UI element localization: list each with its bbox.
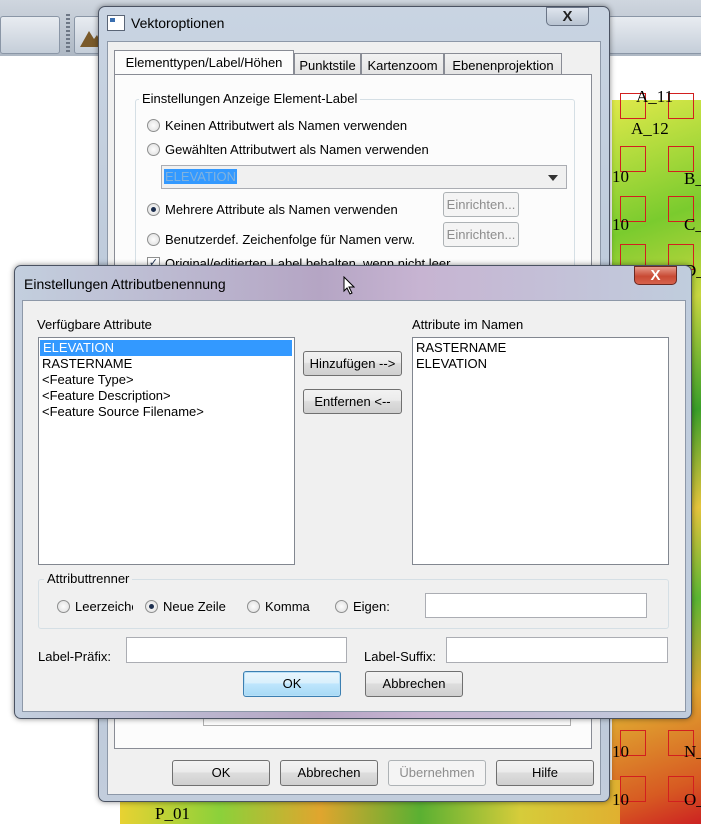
- list-item[interactable]: RASTERNAME: [413, 340, 668, 356]
- tab-kartenzoom[interactable]: Kartenzoom: [361, 53, 444, 75]
- close-icon: X: [650, 267, 661, 284]
- setup-button-2[interactable]: Einrichten...: [443, 222, 519, 247]
- add-button[interactable]: Hinzufügen -->: [303, 351, 402, 376]
- radio-eigen[interactable]: [335, 600, 348, 613]
- button-label: OK: [211, 765, 231, 780]
- button-label: Einrichten...: [446, 197, 516, 212]
- close-icon: X: [562, 8, 573, 25]
- sep-space-option[interactable]: Leerzeichen: [57, 598, 133, 616]
- map-label: N_: [684, 742, 701, 761]
- radio-label: Neue Zeile: [163, 599, 226, 614]
- attribute-naming-dialog: Einstellungen Attributbenennung X Verfüg…: [14, 265, 692, 719]
- suffix-label: Label-Suffix:: [364, 649, 437, 664]
- prefix-label: Label-Präfix:: [38, 649, 111, 664]
- mouse-cursor-icon: [343, 276, 355, 295]
- map-label: O_: [684, 790, 701, 809]
- map-label: A_11: [636, 87, 674, 106]
- help-button[interactable]: Hilfe: [496, 760, 594, 786]
- cancel-button[interactable]: Abbrechen: [280, 760, 378, 786]
- tab-label: Kartenzoom: [367, 58, 438, 73]
- map-label: 10: [612, 790, 629, 809]
- close-button[interactable]: X: [634, 266, 677, 285]
- window-title: Vektoroptionen: [131, 15, 225, 31]
- tab-ebenenprojektion[interactable]: Ebenenprojektion: [444, 53, 562, 75]
- available-attributes-label: Verfügbare Attribute: [37, 317, 152, 332]
- toolbar-button[interactable]: [0, 16, 60, 54]
- list-item[interactable]: ELEVATION: [40, 340, 292, 356]
- map-label: B_: [684, 169, 701, 188]
- radio-neue-zeile[interactable]: [145, 600, 158, 613]
- attribute-combo[interactable]: ELEVATION: [161, 165, 567, 189]
- list-item[interactable]: <Feature Type>: [39, 372, 294, 388]
- map-label: C_: [684, 215, 701, 234]
- radio-label: Eigen:: [353, 599, 390, 614]
- list-item[interactable]: <Feature Source Filename>: [39, 404, 294, 420]
- cancel-button[interactable]: Abbrechen: [365, 671, 463, 697]
- dialog-client: Verfügbare Attribute ELEVATION RASTERNAM…: [22, 300, 686, 712]
- button-label: Hilfe: [531, 765, 558, 780]
- group-title: Attributtrenner: [44, 571, 133, 586]
- radio-label: Benutzerdef. Zeichenfolge für Namen verw…: [165, 232, 416, 247]
- map-label: 10: [612, 742, 629, 761]
- tab-elementtypen[interactable]: Elementtypen/Label/Höhen: [114, 50, 294, 75]
- radio-selected-attribute[interactable]: [147, 143, 160, 156]
- remove-button[interactable]: Entfernen <--: [303, 389, 402, 414]
- apply-button[interactable]: Übernehmen: [388, 760, 486, 786]
- tab-label: Elementtypen/Label/Höhen: [125, 55, 283, 70]
- chevron-down-icon: [548, 175, 558, 181]
- label-prefix-input[interactable]: [126, 637, 347, 663]
- button-label: Einrichten...: [446, 227, 516, 242]
- in-name-attributes-label: Attribute im Namen: [412, 317, 524, 332]
- button-label: OK: [282, 676, 302, 691]
- map-label: A_12: [631, 119, 669, 138]
- tab-label: Ebenenprojektion: [452, 58, 554, 73]
- radio-label: Gewählten Attributwert als Namen verwend…: [165, 142, 429, 157]
- ok-button[interactable]: OK: [172, 760, 270, 786]
- map-label: 10: [612, 215, 629, 234]
- button-label: Abbrechen: [382, 676, 446, 691]
- setup-button[interactable]: Einrichten...: [443, 192, 519, 217]
- radio-komma[interactable]: [247, 600, 260, 613]
- radio-custom-string[interactable]: [147, 233, 160, 246]
- radio-label: Leerzeichen: [75, 599, 133, 614]
- close-button[interactable]: X: [546, 7, 589, 26]
- radio-label: Komma: [265, 599, 310, 614]
- in-name-attributes-list[interactable]: RASTERNAME ELEVATION: [412, 337, 669, 565]
- toolbar-grip[interactable]: [66, 14, 70, 52]
- custom-separator-input[interactable]: [425, 593, 647, 618]
- radio-multiple-attributes[interactable]: [147, 203, 160, 216]
- list-item[interactable]: <Feature Description>: [39, 388, 294, 404]
- map-label: 10: [612, 167, 629, 186]
- list-item[interactable]: ELEVATION: [413, 356, 668, 372]
- list-item[interactable]: RASTERNAME: [39, 356, 294, 372]
- radio-no-attribute[interactable]: [147, 119, 160, 132]
- combo-value: ELEVATION: [164, 169, 238, 184]
- ok-button[interactable]: OK: [243, 671, 341, 697]
- button-label: Abbrechen: [297, 765, 361, 780]
- window-icon: [107, 15, 125, 31]
- tab-label: Punktstile: [299, 58, 356, 73]
- label-suffix-input[interactable]: [446, 637, 668, 663]
- radio-leerzeichen[interactable]: [57, 600, 70, 613]
- toolbar-right-button[interactable]: [608, 16, 701, 54]
- map-label: P_01: [155, 804, 190, 823]
- available-attributes-list[interactable]: ELEVATION RASTERNAME <Feature Type> <Fea…: [38, 337, 295, 565]
- button-label: Hinzufügen -->: [309, 356, 396, 371]
- tab-punktstile[interactable]: Punktstile: [294, 53, 361, 75]
- window-title: Einstellungen Attributbenennung: [24, 276, 226, 292]
- radio-label: Keinen Attributwert als Namen verwenden: [165, 118, 408, 133]
- group-title: Einstellungen Anzeige Element-Label: [139, 91, 361, 106]
- button-label: Entfernen <--: [314, 394, 391, 409]
- button-label: Übernehmen: [399, 765, 475, 780]
- radio-label: Mehrere Attribute als Namen verwenden: [165, 202, 398, 217]
